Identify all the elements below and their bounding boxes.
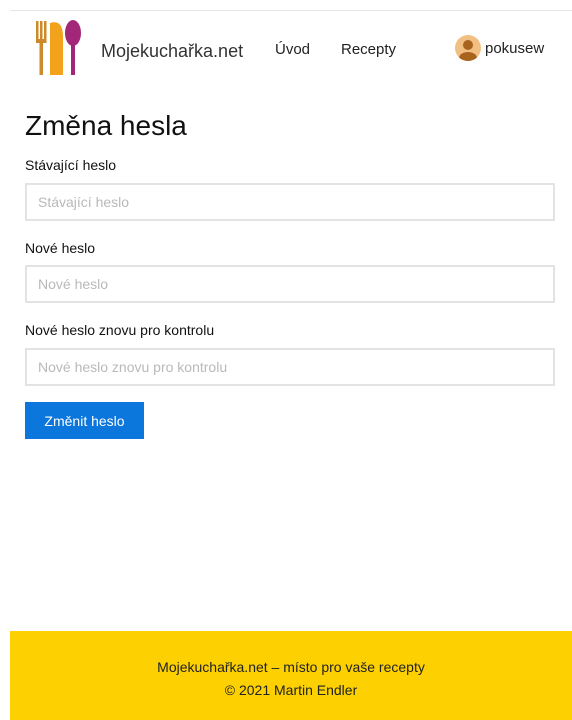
change-password-button[interactable]: Změnit heslo bbox=[25, 402, 144, 439]
confirm-password-input[interactable] bbox=[25, 348, 555, 386]
site-header: Mojekuchařka.net Úvod Recepty pokusew bbox=[0, 11, 572, 89]
confirm-password-label: Nové heslo znovu pro kontrolu bbox=[25, 322, 215, 338]
new-password-label: Nové heslo bbox=[25, 240, 96, 256]
nav-link-home[interactable]: Úvod bbox=[275, 41, 310, 58]
page-title: Změna hesla bbox=[25, 110, 187, 141]
current-password-input[interactable] bbox=[25, 183, 555, 221]
nav-link-recipes[interactable]: Recepty bbox=[341, 41, 396, 58]
site-footer: Mojekuchařka.net – místo pro vaše recept… bbox=[10, 631, 572, 720]
current-password-label: Stávající heslo bbox=[25, 157, 117, 173]
user-avatar-icon bbox=[455, 35, 481, 61]
user-name: pokusew bbox=[485, 39, 545, 57]
user-menu[interactable]: pokusew bbox=[455, 35, 544, 61]
utensils-logo-icon[interactable] bbox=[30, 17, 86, 77]
site-brand-link[interactable]: Mojekuchařka.net bbox=[101, 41, 243, 62]
footer-tagline: Mojekuchařka.net – místo pro vaše recept… bbox=[157, 659, 425, 675]
new-password-input[interactable] bbox=[25, 265, 555, 303]
footer-copyright: © 2021 Martin Endler bbox=[224, 682, 358, 698]
